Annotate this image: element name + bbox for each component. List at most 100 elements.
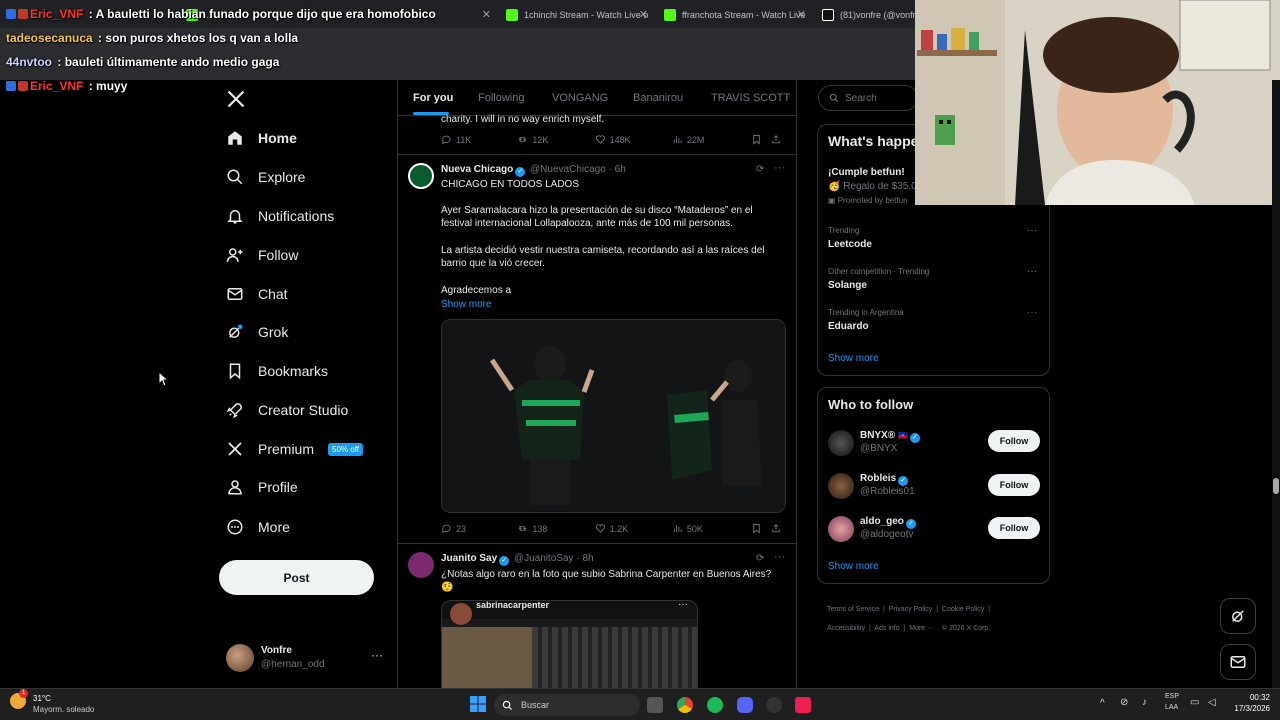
trend-item[interactable]: Eduardo — [828, 321, 869, 332]
search-input[interactable]: Search — [818, 85, 918, 111]
trend-item[interactable]: Leetcode — [828, 239, 872, 250]
reply-button[interactable]: 23 — [441, 523, 517, 534]
nav-more[interactable]: More — [226, 512, 290, 542]
bookmark-icon — [229, 363, 241, 380]
avatar[interactable] — [828, 430, 854, 456]
follow-button[interactable]: Follow — [988, 517, 1040, 539]
post-header: Nueva Chicago ✓ @NuevaChicago · 6h — [441, 164, 626, 177]
more-dots-icon[interactable]: ··· — [774, 162, 785, 174]
account-switcher[interactable]: Vonfre @hernan_odd ··· — [226, 642, 391, 674]
close-tab-icon[interactable]: ✕ — [482, 8, 491, 21]
mail-icon — [227, 288, 243, 300]
show-more-link[interactable]: Show more — [828, 353, 879, 364]
scrollbar-thumb[interactable] — [1273, 478, 1279, 494]
volume-icon[interactable]: ◁ — [1208, 697, 1216, 708]
chrome-icon[interactable] — [677, 697, 693, 713]
browser-tab[interactable]: ffranchota Stream - Watch Live ✕ — [658, 4, 810, 26]
nav-bookmarks[interactable]: Bookmarks — [226, 356, 328, 386]
more-dots-icon[interactable]: ··· — [1027, 266, 1037, 277]
tab-travis-scott[interactable]: TRAVIS SCOTT — [711, 92, 790, 104]
file-explorer-icon[interactable] — [647, 697, 663, 713]
more-dots-icon[interactable]: ··· — [1027, 307, 1037, 318]
heart-icon — [595, 135, 605, 144]
chart-icon — [673, 525, 682, 533]
more-dots-icon[interactable]: ··· — [1027, 225, 1037, 236]
quoted-image[interactable]: sabrinacarpenter ··· — [441, 600, 698, 688]
nav-home[interactable]: Home — [226, 123, 297, 153]
close-tab-icon[interactable]: ✕ — [639, 8, 648, 21]
panel-title: Who to follow — [828, 397, 914, 412]
reply-icon — [442, 524, 451, 534]
tab-bananirou[interactable]: Bananirou — [633, 92, 683, 104]
tab-vongang[interactable]: VONGANG — [552, 92, 608, 104]
grok-icon[interactable]: ⟳ — [756, 164, 764, 175]
avatar — [450, 603, 472, 625]
trend-item[interactable]: Solange — [828, 280, 867, 291]
divider — [398, 543, 796, 544]
reply-button[interactable]: 11K — [441, 134, 517, 145]
close-tab-icon[interactable]: ✕ — [797, 8, 806, 21]
browser-tab[interactable]: (81)vonfre (@vonfree — [816, 4, 916, 26]
tiktok-icon[interactable] — [795, 697, 811, 713]
show-more-link[interactable]: Show more — [441, 298, 781, 311]
nav-grok[interactable]: Grok — [226, 317, 288, 347]
tab-for-you[interactable]: For you — [413, 92, 453, 104]
grok-icon — [1232, 610, 1244, 622]
chart-icon — [673, 136, 682, 144]
follow-button[interactable]: Follow — [988, 474, 1040, 496]
taskbar-search[interactable]: Buscar — [494, 694, 640, 716]
show-more-link[interactable]: Show more — [828, 561, 879, 572]
monitor-icon[interactable]: ▭ — [1190, 697, 1199, 708]
share-button[interactable] — [771, 523, 781, 534]
scrollbar[interactable] — [1272, 80, 1280, 688]
tab-following[interactable]: Following — [478, 92, 524, 104]
post-button[interactable]: Post — [219, 560, 374, 595]
avatar[interactable] — [828, 473, 854, 499]
post-actions: 23 138 1.2K 50K — [441, 523, 781, 534]
grok-icon[interactable]: ⟳ — [756, 553, 764, 564]
nav-profile[interactable]: Profile — [226, 472, 298, 502]
nav-premium[interactable]: Premium 50% off — [226, 434, 363, 464]
obs-icon[interactable] — [766, 697, 782, 713]
x-logo-icon[interactable] — [226, 89, 246, 114]
post-text: ¿Notas algo raro en la foto que subio Sa… — [441, 569, 772, 593]
follow-button[interactable]: Follow — [988, 430, 1040, 452]
avatar[interactable] — [828, 516, 854, 542]
more-dots-icon[interactable]: ··· — [774, 551, 785, 563]
messages-button[interactable] — [1220, 644, 1256, 680]
spotify-icon[interactable] — [707, 697, 723, 713]
repost-icon — [518, 526, 527, 531]
microphone-icon[interactable]: ♪ — [1142, 697, 1147, 708]
post-text: Ayer Saramalacara hizo la presentación d… — [441, 205, 753, 229]
repost-button[interactable]: 138 — [517, 523, 594, 534]
nav-follow[interactable]: Follow — [226, 240, 298, 270]
like-button[interactable]: 148K — [595, 134, 672, 145]
post-text: La artista decidió vestir nuestra camise… — [441, 245, 765, 269]
nav-notifications[interactable]: Notifications — [226, 201, 334, 231]
nav-explore[interactable]: Explore — [226, 162, 305, 192]
feed-tabs: For you Following VONGANG Bananirou TRAV… — [398, 80, 796, 116]
browser-tab[interactable]: 1chinchi Stream - Watch Live o ✕ — [500, 4, 652, 26]
x-logo-icon — [228, 442, 242, 456]
repost-button[interactable]: 12K — [517, 134, 594, 145]
windows-start-icon[interactable] — [470, 696, 486, 712]
avatar[interactable] — [408, 552, 434, 578]
network-icon[interactable]: ⊘ — [1120, 697, 1128, 708]
views-button[interactable]: 50K — [672, 523, 751, 534]
share-button[interactable] — [771, 134, 781, 145]
post-image[interactable] — [441, 319, 786, 513]
avatar[interactable] — [408, 163, 434, 189]
nav-chat[interactable]: Chat — [226, 279, 288, 309]
nav-creator-studio[interactable]: Creator Studio — [226, 395, 348, 425]
grok-button[interactable] — [1220, 598, 1256, 634]
mouse-cursor-icon — [158, 370, 170, 392]
bookmark-button[interactable] — [751, 523, 771, 534]
chevron-up-icon[interactable]: ^ — [1100, 698, 1105, 709]
views-button[interactable]: 22M — [672, 134, 751, 145]
bookmark-button[interactable] — [751, 134, 771, 145]
like-button[interactable]: 1.2K — [595, 523, 672, 534]
more-circle-icon — [227, 519, 243, 535]
discord-icon[interactable] — [737, 697, 753, 713]
bookmark-icon — [753, 134, 760, 145]
person-add-icon — [226, 248, 243, 262]
